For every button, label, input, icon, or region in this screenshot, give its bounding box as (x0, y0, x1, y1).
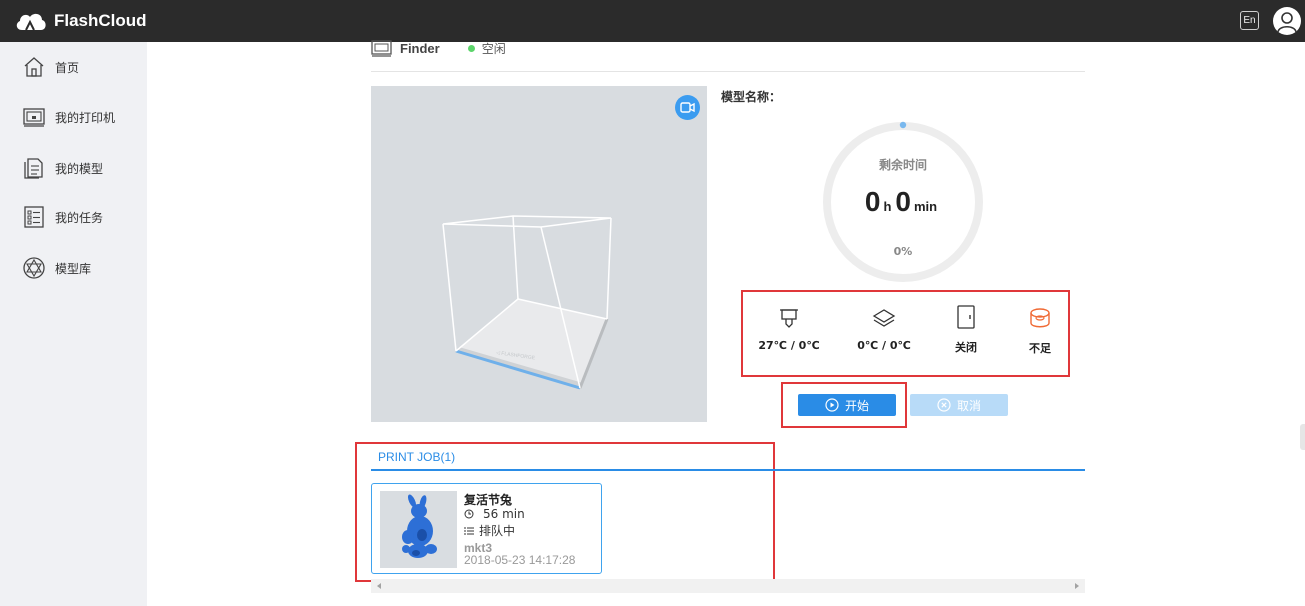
print-job-card[interactable]: 复活节兔 56 min 排队中 mkt3 2018-05-23 14:17:28 (371, 483, 602, 574)
nozzle-temp-value: 27℃ / 0℃ (758, 339, 820, 352)
home-icon (24, 57, 44, 77)
user-icon (1277, 12, 1297, 33)
job-duration: 56 min (464, 507, 525, 521)
job-state-value: 排队中 (479, 524, 516, 538)
rabbit-model-image (402, 494, 437, 558)
app-name: FlashCloud (54, 11, 147, 30)
sidebar-item-label: 首页 (55, 60, 80, 75)
printer-icon (23, 108, 45, 127)
language-button[interactable]: En (1240, 11, 1259, 30)
sidebar-item-label: 我的打印机 (55, 110, 116, 125)
task-list-icon (24, 206, 44, 228)
door-icon (957, 305, 975, 329)
user-avatar[interactable] (1273, 7, 1301, 35)
job-duration-value: 56 min (483, 507, 525, 521)
printer-header: Finder 空闲 (371, 38, 506, 58)
sidebar-item-my-printers[interactable]: 我的打印机 (22, 104, 115, 130)
horizontal-scrollbar[interactable] (371, 579, 1085, 593)
play-icon (825, 398, 839, 412)
bed-temperature: 0℃ / 0℃ (839, 307, 929, 352)
sidebar-item-my-tasks[interactable]: 我的任务 (22, 204, 103, 230)
hours-value: 0 (864, 186, 881, 217)
printer-status: 空闲 (481, 41, 506, 56)
sidebar-item-label: 模型库 (55, 261, 92, 276)
list-icon (464, 527, 474, 534)
scroll-right-icon[interactable] (1072, 579, 1082, 593)
cancel-button[interactable]: 取消 (910, 394, 1008, 416)
minutes-value: 0 (895, 186, 911, 217)
logo[interactable]: FlashCloud (14, 9, 147, 33)
printer-icon (371, 40, 392, 57)
printer-name: Finder (400, 40, 440, 56)
sidebar-item-label: 我的任务 (55, 210, 104, 225)
status-dot (467, 44, 475, 52)
clock-icon (464, 509, 474, 519)
layers-icon (872, 309, 896, 327)
filament-status-value: 不足 (1029, 342, 1051, 355)
start-button[interactable]: 开始 (798, 394, 896, 416)
sidebar-item-my-models[interactable]: 我的模型 (22, 155, 103, 181)
cancel-icon (937, 398, 951, 412)
bed-temp-value: 0℃ / 0℃ (857, 339, 911, 352)
job-date: 2018-05-23 14:17:28 (464, 553, 576, 567)
model-name-label: 模型名称： (721, 90, 782, 104)
remaining-time-label: 剩余时间 (878, 158, 927, 172)
build-volume-wireframe: ◁ FLASHFORGE (442, 215, 612, 390)
sidebar-item-model-library[interactable]: 模型库 (22, 255, 91, 281)
tab-print-job[interactable]: PRINT JOB(1) (378, 450, 455, 464)
job-state: 排队中 (464, 522, 515, 539)
nozzle-icon (780, 309, 798, 328)
model-library-icon (23, 257, 45, 279)
remaining-time: 0 h 0 min (822, 186, 984, 218)
nozzle-temperature: 27℃ / 0℃ (744, 307, 834, 352)
filament-status: 不足 (995, 306, 1085, 356)
top-bar: FlashCloud En (0, 0, 1305, 42)
model-icon (24, 158, 43, 179)
job-title: 复活节兔 (464, 493, 513, 507)
model-viewer[interactable]: ◁ FLASHFORGE (371, 86, 707, 422)
hours-unit: h (883, 199, 892, 214)
divider (371, 71, 1085, 72)
side-drawer-handle[interactable] (1300, 424, 1305, 450)
job-thumbnail (380, 491, 457, 568)
filament-spool-icon (1030, 308, 1050, 328)
sidebar-item-label: 我的模型 (55, 161, 104, 176)
sidebar: 首页 我的打印机 我的模型 我的任务 模型库 (0, 42, 147, 606)
minutes-unit: min (913, 199, 938, 214)
start-label: 开始 (844, 398, 869, 413)
cloud-logo-icon (16, 13, 46, 31)
scroll-left-icon[interactable] (374, 579, 384, 593)
camera-button[interactable] (675, 95, 700, 120)
tab-underline (371, 469, 1085, 471)
progress-indicator (899, 121, 907, 129)
cancel-label: 取消 (956, 398, 981, 413)
camera-icon (680, 102, 695, 113)
sidebar-item-home[interactable]: 首页 (22, 54, 79, 80)
progress-percent: 0% (893, 245, 913, 258)
